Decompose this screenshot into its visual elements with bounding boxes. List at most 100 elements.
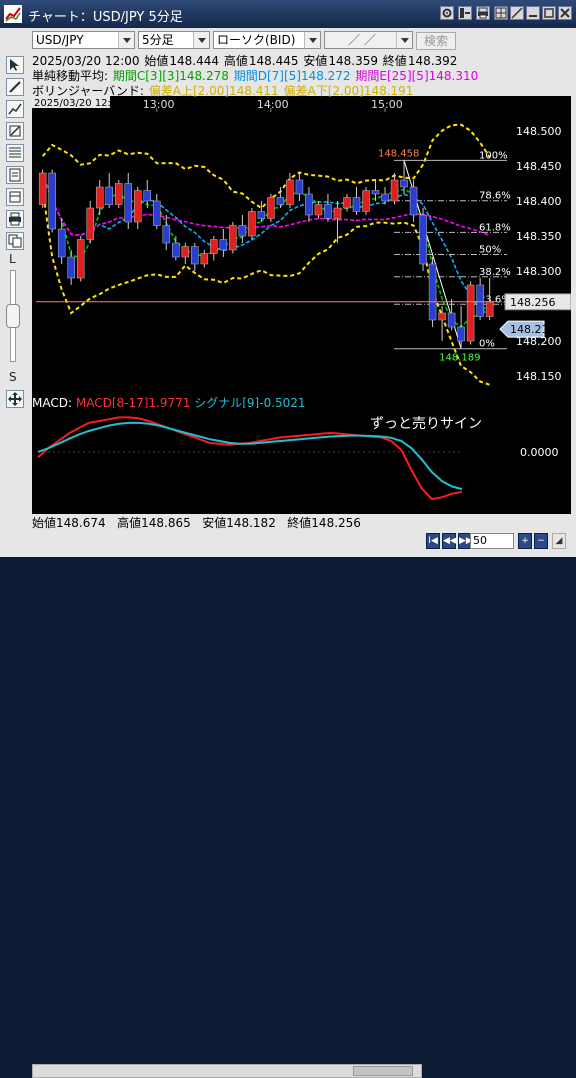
y-tick-label: 148.350 [516, 230, 562, 243]
chevron-down-icon[interactable] [193, 32, 209, 48]
zoom-select[interactable]: 50 [470, 533, 514, 549]
candle-body [48, 172, 56, 230]
draw-line-icon[interactable] [510, 6, 524, 20]
quote-close-label: 終値 [382, 54, 407, 68]
date-input[interactable]: ／ ／ [324, 31, 413, 49]
low-marker-label: 148.189 [439, 353, 480, 364]
quote-datetime: 2025/03/20 12:00 [32, 54, 140, 68]
candle-body [381, 193, 389, 202]
bollinger-upper: 偏差A上[2.00]148.411 [148, 84, 279, 98]
move-cross-icon[interactable] [6, 390, 24, 408]
maximize-icon[interactable] [542, 6, 556, 20]
window-title: チャート：USD/JPY 5分足 [28, 10, 183, 25]
candle-body [134, 190, 142, 223]
candle-body [305, 193, 313, 216]
cursor-arrow-icon[interactable] [6, 56, 24, 74]
settings-gear-icon[interactable] [440, 6, 454, 20]
print-icon[interactable] [476, 6, 490, 20]
candle-body [371, 190, 380, 195]
sma-c: 期間C[3][3]148.278 [112, 69, 229, 83]
title-bar[interactable]: チャート：USD/JPY 5分足 [0, 0, 576, 28]
resize-grip-icon[interactable]: ◢ [552, 533, 566, 549]
horizontal-scrollbar[interactable] [32, 1064, 422, 1078]
note-icon[interactable] [6, 166, 24, 184]
range-high-label: 高値 [117, 516, 142, 530]
search-button[interactable]: 検索 [416, 32, 456, 50]
high-marker-label: 148.458 [378, 148, 419, 159]
range-low-label: 安値 [202, 516, 227, 530]
candle-body [124, 183, 132, 223]
candle-body [114, 183, 123, 205]
candle-body [38, 172, 47, 205]
zoom-out-icon[interactable]: − [534, 533, 548, 549]
candle-body [143, 190, 152, 202]
symbol-select[interactable]: USD/JPY [32, 31, 135, 49]
range-high: 148.865 [141, 516, 191, 530]
candle-body [105, 186, 113, 205]
macd-chart-svg: 0.0000 ずっと売りサイン [37, 416, 559, 501]
symbol-value: USD/JPY [36, 33, 84, 47]
pen-icon[interactable] [6, 78, 24, 96]
candle-body [200, 253, 209, 265]
y-tick-label: 148.300 [516, 265, 562, 278]
y-tick-label: 148.150 [516, 370, 562, 383]
candle-body [438, 312, 446, 321]
first-page-icon[interactable]: I◀ [426, 533, 440, 549]
print-chart-icon[interactable] [6, 210, 24, 228]
chevron-down-icon[interactable] [396, 32, 412, 48]
quote-open: 148.444 [169, 54, 220, 68]
macd-header: MACD: MACD[8-17]1.9771 シグナル[9]-0.5021 [32, 394, 571, 410]
candle-body [95, 186, 104, 209]
fib-level-label: 38.2% [479, 267, 511, 278]
chevron-down-icon[interactable] [304, 32, 320, 48]
quote-high: 148.445 [248, 54, 299, 68]
fibonacci-icon[interactable] [6, 144, 24, 162]
candle-body [153, 200, 161, 226]
candle-body [314, 204, 323, 216]
brush-icon[interactable] [6, 122, 24, 140]
candle-body [57, 228, 66, 258]
signal-line [37, 421, 463, 491]
quote-low-label: 安値 [303, 54, 328, 68]
chart-window: チャート：USD/JPY 5分足 USD/JPY 5分足 ローソク(BID) ／… [0, 0, 576, 1078]
scrollbar-thumb[interactable] [353, 1066, 413, 1076]
timeframe-value: 5分足 [142, 33, 174, 47]
toolbar-toggle-icon[interactable] [458, 6, 472, 20]
bollinger-lower: 偏差A下[2.00]148.191 [283, 84, 414, 98]
candle-body [343, 197, 351, 209]
price-chart[interactable]: 2025/03/20 12:00 13:00 14:00 15:00 148.500 14… [32, 96, 572, 394]
timeframe-select[interactable]: 5分足 [138, 31, 210, 49]
zoom-slider-thumb[interactable] [6, 304, 20, 328]
candle-body [485, 301, 494, 317]
candle-body [466, 284, 475, 342]
fib-level-label: 50% [479, 245, 501, 256]
list-icon[interactable] [6, 188, 24, 206]
trendline-icon[interactable] [6, 100, 24, 118]
fib-level-label: 78.6% [479, 191, 511, 202]
candle-body [447, 312, 456, 328]
macd-y-tick-label: 0.0000 [520, 446, 559, 459]
copy-icon[interactable] [6, 232, 24, 250]
close-icon[interactable] [558, 6, 572, 20]
app-chart-icon [4, 5, 22, 23]
y-tick-label: 148.450 [516, 160, 562, 173]
candle-body [390, 179, 399, 202]
zoom-in-icon[interactable]: + [518, 533, 532, 549]
layout-icon[interactable] [494, 6, 508, 20]
candle-body [162, 225, 171, 244]
sma-d: 期間D[7][5]148.272 [233, 69, 351, 83]
candle-body [67, 256, 75, 279]
fib-level-label: 100% [479, 150, 508, 161]
chevron-down-icon[interactable] [118, 32, 134, 48]
candle-type-select[interactable]: ローソク(BID) [213, 31, 321, 49]
price-chart-svg: 2025/03/20 12:00 13:00 14:00 15:00 148.500 14… [32, 96, 572, 386]
range-close: 148.256 [311, 516, 361, 530]
minimize-icon[interactable] [526, 6, 540, 20]
macd-chart[interactable]: 0.0000 ずっと売りサイン [32, 408, 571, 514]
prev-page-icon[interactable]: ◀◀ [442, 533, 457, 549]
range-open-label: 始値 [32, 516, 57, 530]
quote-close: 148.392 [407, 54, 458, 68]
cursor-time-label: 2025/03/20 12:00 [34, 98, 124, 109]
range-close-label: 終値 [287, 516, 312, 530]
y-tick-label: 148.500 [516, 125, 562, 138]
